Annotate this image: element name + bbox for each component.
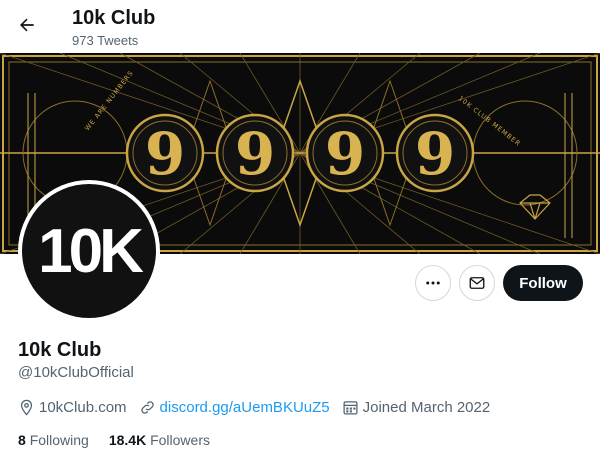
back-button[interactable]: [12, 10, 42, 40]
avatar[interactable]: 10K: [18, 180, 160, 322]
profile-stats: 8 Following 18.4K Followers: [18, 432, 230, 448]
location-pin-icon: [20, 399, 33, 416]
envelope-icon: [469, 277, 485, 289]
profile-handle: @10kClubOfficial: [18, 364, 134, 381]
location-text: 10kClub.com: [39, 399, 127, 416]
more-horizontal-icon: [426, 281, 440, 285]
banner-digit: 9: [325, 120, 365, 188]
link-text[interactable]: discord.gg/aUemBKUuZ5: [160, 399, 330, 416]
banner-digit: 9: [235, 120, 275, 188]
arrow-left-icon: [20, 18, 34, 32]
profile-joined: Joined March 2022: [342, 399, 491, 416]
followers-link[interactable]: 18.4K Followers: [109, 432, 210, 448]
profile-link[interactable]: discord.gg/aUemBKUuZ5: [139, 399, 330, 416]
following-count: 8: [18, 432, 26, 448]
followers-label: Followers: [150, 432, 210, 448]
banner-digit: 9: [145, 120, 185, 188]
followers-count: 18.4K: [108, 432, 147, 448]
profile-location: 10kClub.com: [18, 399, 127, 416]
follow-button[interactable]: Follow: [503, 265, 583, 301]
more-button[interactable]: [415, 265, 451, 301]
avatar-logo: 10K: [22, 184, 156, 318]
tweet-count: 973 Tweets: [72, 33, 139, 48]
profile-name: 10k Club: [18, 339, 102, 361]
banner-digit: 9: [415, 120, 455, 188]
link-icon: [140, 401, 154, 414]
calendar-icon: [343, 401, 358, 415]
message-button[interactable]: [459, 265, 495, 301]
profile-header: 10k Club 973 Tweets: [0, 0, 600, 53]
following-link[interactable]: 8 Following: [18, 432, 89, 448]
page-title: 10k Club: [72, 7, 156, 29]
following-label: Following: [29, 432, 89, 448]
joined-text: Joined March 2022: [362, 399, 491, 416]
profile-meta: 10kClub.com discord.gg/aUemBKUuZ5 Joined…: [18, 399, 502, 416]
